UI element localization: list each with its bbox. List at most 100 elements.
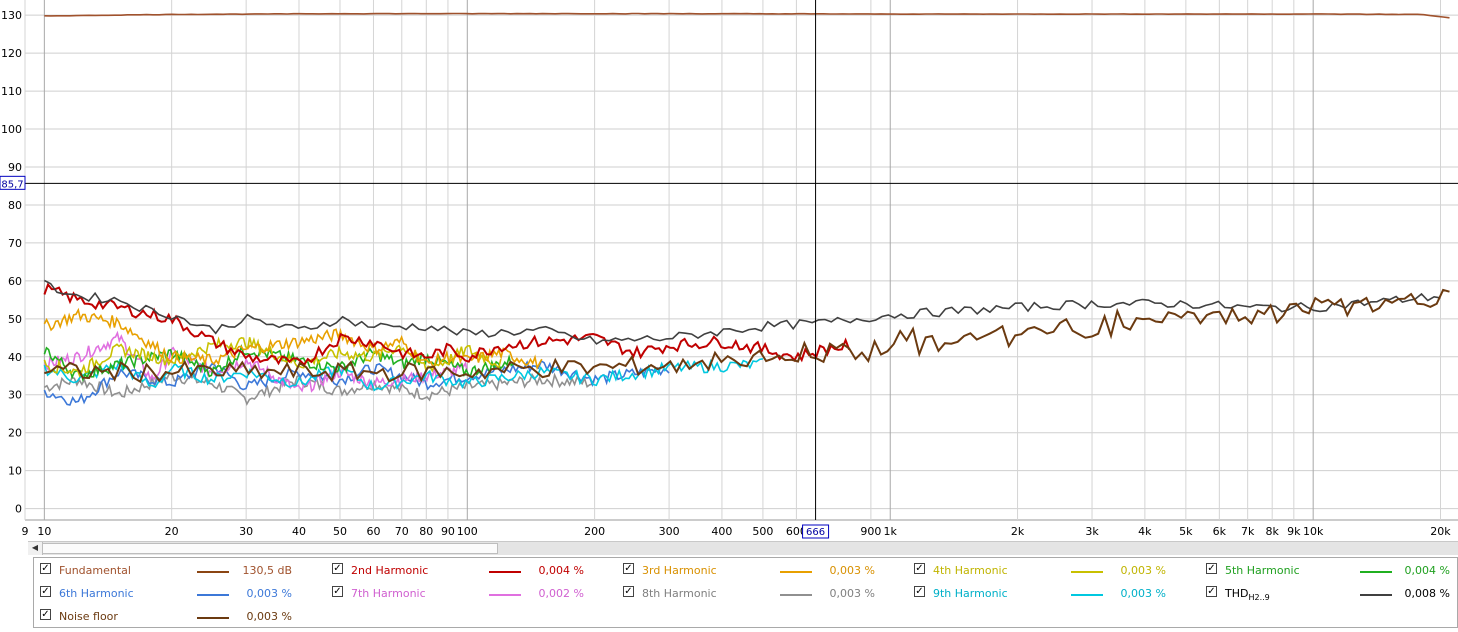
legend-label: 7th Harmonic: [351, 587, 426, 600]
legend-value: 0,003 %: [1120, 587, 1166, 600]
y-tick-label: 50: [8, 313, 22, 326]
legend-checkbox[interactable]: ✓: [40, 586, 51, 597]
legend-checkbox[interactable]: ✓: [332, 586, 343, 597]
legend-value: 0,008 %: [1404, 587, 1450, 600]
legend-item[interactable]: ✓ 9th Harmonic 0,003 %: [908, 583, 1198, 603]
y-tick-label: 40: [8, 351, 22, 364]
y-tick-label: 110: [1, 85, 22, 98]
legend-value: 0,003 %: [829, 564, 875, 577]
x-tick-label: 70: [395, 525, 409, 538]
x-tick-label: 7k: [1241, 525, 1255, 538]
x-tick-label: 5k: [1179, 525, 1193, 538]
x-tick-label: 10k: [1303, 525, 1324, 538]
y-tick-label: 30: [8, 389, 22, 402]
x-tick-label: 60: [366, 525, 380, 538]
legend-item[interactable]: ✓ Noise floor 0,003 %: [34, 606, 324, 626]
x-tick-label: 2k: [1011, 525, 1025, 538]
x-tick-label: 300: [659, 525, 680, 538]
legend-checkbox[interactable]: ✓: [623, 586, 634, 597]
y-tick-label: 130: [1, 9, 22, 22]
x-tick-label: 30: [239, 525, 253, 538]
legend-checkbox[interactable]: ✓: [40, 609, 51, 620]
cursor-x-label: 666: [806, 527, 825, 538]
legend-line-swatch: [197, 571, 229, 573]
legend-value: 0,003 %: [246, 610, 292, 623]
x-tick-label: 900: [860, 525, 881, 538]
y-tick-label: 0: [15, 503, 22, 516]
legend-line-swatch: [197, 617, 229, 619]
x-tick-label: 100: [457, 525, 478, 538]
legend-item[interactable]: ✓ 3rd Harmonic 0,003 %: [617, 560, 907, 580]
legend-item[interactable]: ✓ THDH2..9 0,008 %: [1200, 583, 1458, 603]
y-tick-label: 70: [8, 237, 22, 250]
legend-item[interactable]: ✓ 2nd Harmonic 0,004 %: [326, 560, 616, 580]
legend-value: 0,004 %: [538, 564, 584, 577]
legend-label: 2nd Harmonic: [351, 564, 429, 577]
legend-label: 9th Harmonic: [933, 587, 1008, 600]
legend-label: 3rd Harmonic: [642, 564, 717, 577]
x-tick-label: 200: [584, 525, 605, 538]
y-tick-label: 10: [8, 465, 22, 478]
x-tick-label: 20k: [1430, 525, 1451, 538]
legend-value: 0,002 %: [538, 587, 584, 600]
x-tick-label: 20: [165, 525, 179, 538]
legend-line-swatch: [489, 571, 521, 573]
x-tick-label: 4k: [1138, 525, 1152, 538]
legend-panel: ✓ Fundamental 130,5 dB ✓ 2nd Harmonic 0,004 %…: [33, 557, 1458, 628]
x-tick-label: 400: [711, 525, 732, 538]
horizontal-scrollbar[interactable]: ◀: [28, 541, 1458, 555]
legend-label: 6th Harmonic: [59, 587, 134, 600]
y-tick-label: 80: [8, 199, 22, 212]
distortion-chart[interactable]: 0102030405060708090100110120130 9 10 20 30 4…: [0, 0, 1458, 540]
x-tick-label: 6k: [1213, 525, 1227, 538]
y-tick-label: 90: [8, 161, 22, 174]
legend-checkbox[interactable]: ✓: [1206, 563, 1217, 574]
legend-value: 0,003 %: [1120, 564, 1166, 577]
x-tick-label: 1k: [884, 525, 898, 538]
legend-item[interactable]: ✓ 4th Harmonic 0,003 %: [908, 560, 1198, 580]
legend-item[interactable]: ✓ 8th Harmonic 0,003 %: [617, 583, 907, 603]
legend-label: Noise floor: [59, 610, 118, 623]
y-tick-label: 120: [1, 47, 22, 60]
x-tick-label: 9: [22, 525, 29, 538]
legend-item[interactable]: ✓ 6th Harmonic 0,003 %: [34, 583, 324, 603]
scroll-thumb[interactable]: [42, 543, 498, 554]
legend-item[interactable]: ✓ 5th Harmonic 0,004 %: [1200, 560, 1458, 580]
legend-item[interactable]: ✓ 7th Harmonic 0,002 %: [326, 583, 616, 603]
x-tick-label: 500: [752, 525, 773, 538]
y-tick-label: 100: [1, 123, 22, 136]
cursor-y-label: 85,7: [1, 179, 23, 190]
y-tick-label: 60: [8, 275, 22, 288]
legend-value: 0,003 %: [246, 587, 292, 600]
legend-value: 130,5 dB: [242, 564, 292, 577]
chart-background: [0, 0, 1458, 540]
legend-label: Fundamental: [59, 564, 131, 577]
legend-line-swatch: [197, 594, 229, 596]
x-tick-label: 90: [441, 525, 455, 538]
legend-value: 0,004 %: [1404, 564, 1450, 577]
x-tick-label: 3k: [1085, 525, 1099, 538]
y-tick-label: 20: [8, 427, 22, 440]
legend-line-swatch: [1360, 571, 1392, 573]
legend-value: 0,003 %: [829, 587, 875, 600]
legend-line-swatch: [780, 594, 812, 596]
scroll-left-arrow-icon[interactable]: ◀: [28, 542, 43, 555]
legend-checkbox[interactable]: ✓: [332, 563, 343, 574]
legend-line-swatch: [1360, 594, 1392, 596]
x-tick-label: 80: [419, 525, 433, 538]
legend-checkbox[interactable]: ✓: [914, 586, 925, 597]
legend-label: THDH2..9: [1225, 587, 1270, 603]
legend-item[interactable]: ✓ Fundamental 130,5 dB: [34, 560, 324, 580]
legend-line-swatch: [780, 571, 812, 573]
legend-checkbox[interactable]: ✓: [623, 563, 634, 574]
x-tick-label: 10: [37, 525, 51, 538]
legend-line-swatch: [489, 594, 521, 596]
x-tick-label: 40: [292, 525, 306, 538]
legend-line-swatch: [1071, 571, 1103, 573]
x-tick-label: 8k: [1266, 525, 1280, 538]
legend-checkbox[interactable]: ✓: [1206, 586, 1217, 597]
legend-line-swatch: [1071, 594, 1103, 596]
legend-checkbox[interactable]: ✓: [40, 563, 51, 574]
legend-checkbox[interactable]: ✓: [914, 563, 925, 574]
x-tick-label: 9k: [1287, 525, 1301, 538]
